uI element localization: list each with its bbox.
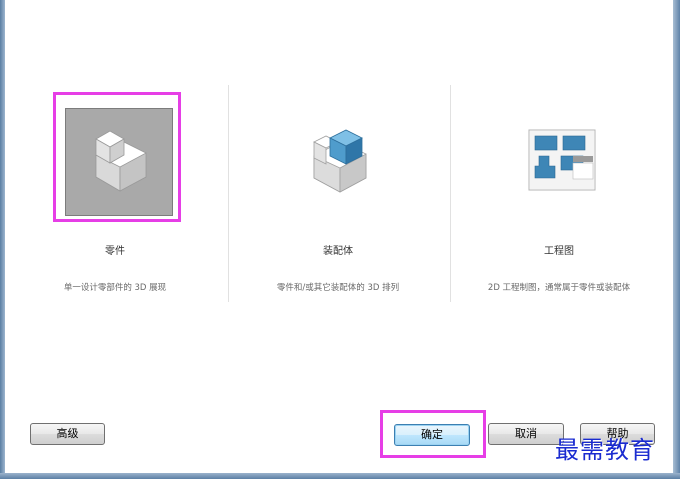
drawing-icon bbox=[528, 129, 596, 191]
option-divider bbox=[228, 85, 229, 302]
watermark-text: 最需教育 bbox=[555, 436, 655, 464]
option-part-description: 单一设计零部件的 3D 展现 bbox=[63, 283, 167, 293]
option-drawing-label: 工程图 bbox=[544, 246, 574, 257]
option-drawing[interactable]: 工程图 2D 工程制图，通常属于零件或装配体 bbox=[451, 84, 667, 304]
assembly-icon bbox=[313, 129, 367, 193]
drawing-tile[interactable] bbox=[509, 108, 615, 214]
option-assembly-label: 装配体 bbox=[323, 246, 353, 257]
window-frame-right bbox=[673, 0, 680, 479]
part-block-icon bbox=[95, 130, 147, 192]
option-part[interactable]: 零件 单一设计零部件的 3D 展现 bbox=[7, 84, 223, 304]
advanced-button[interactable]: 高级 bbox=[30, 423, 105, 445]
cancel-button[interactable]: 取消 bbox=[488, 423, 564, 445]
option-part-label: 零件 bbox=[105, 246, 125, 257]
window-frame-bottom bbox=[0, 473, 680, 479]
option-assembly-description: 零件和/或其它装配体的 3D 排列 bbox=[276, 283, 400, 293]
ok-button[interactable]: 确定 bbox=[394, 424, 470, 446]
option-assembly[interactable]: 装配体 零件和/或其它装配体的 3D 排列 bbox=[230, 84, 446, 304]
option-drawing-description: 2D 工程制图，通常属于零件或装配体 bbox=[487, 283, 631, 293]
assembly-tile[interactable] bbox=[288, 108, 394, 214]
new-document-dialog: 零件 单一设计零部件的 3D 展现 装配体 零件和/或其它装配体的 3D 排列 bbox=[5, 0, 673, 473]
part-tile[interactable] bbox=[65, 108, 173, 216]
